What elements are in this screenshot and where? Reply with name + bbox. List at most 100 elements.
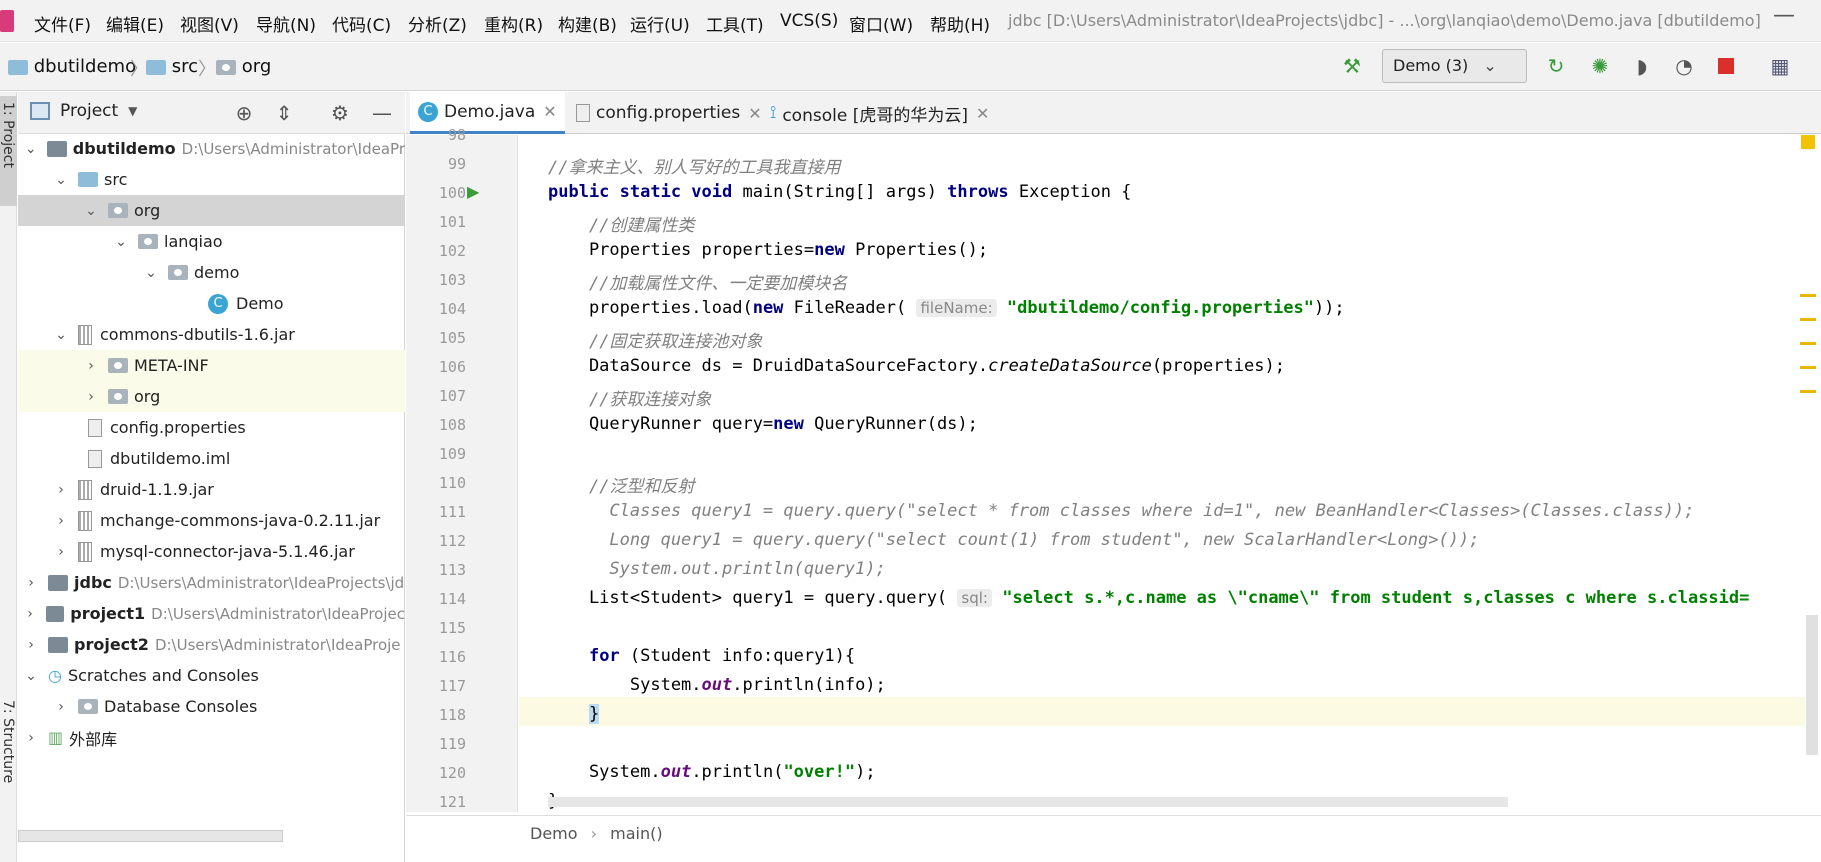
tree-item-demo[interactable]: ⌄ demo [18,257,405,288]
java-class-icon: C [418,101,438,122]
tree-item-dbutildemo[interactable]: ⌄ dbutildemo D:\Users\Administrator\IdeaPr [18,133,405,164]
tree-item-org-selected[interactable]: ⌄ org [18,195,405,226]
menu-file[interactable]: 文件(F) [34,11,91,36]
line-number: 107 [438,387,466,405]
structure-tool-window-button[interactable]: 7: Structure [0,700,17,820]
code-line-110: //泛型和反射 [588,477,695,497]
tree-item-scratches[interactable]: ⌄ ◷ Scratches and Consoles [18,660,405,691]
folder-icon [78,699,98,714]
menu-navigate[interactable]: 导航(N) [256,11,316,36]
tree-item-mchange[interactable]: › mchange-commons-java-0.2.11.jar [18,505,405,536]
tab-console[interactable]: ⟟ console [虎哥的华为云] ✕ [762,92,997,134]
warning-indicator-icon[interactable] [1801,135,1815,149]
code-line-117: System.out.println(info); [548,675,886,695]
tree-item-jdbc[interactable]: › jdbc D:\Users\Administrator\IdeaProjects… [18,567,405,598]
tree-item-config-properties[interactable]: config.properties [18,412,405,443]
tree-item-meta-inf[interactable]: › META-INF [18,350,405,381]
warning-marker[interactable] [1800,390,1816,393]
tree-item-label: dbutildemo [72,139,176,158]
close-icon[interactable]: ✕ [748,104,761,123]
menu-tools[interactable]: 工具(T) [706,11,764,36]
warning-marker[interactable] [1800,366,1816,369]
tree-item-label: druid-1.1.9.jar [100,480,214,499]
tree-item-path-hint: D:\Users\Administrator\IdeaProjec [151,604,405,623]
tree-item-database-consoles[interactable]: › Database Consoles [18,691,405,722]
tree-item-label: org [134,201,161,220]
project-view-selector[interactable]: Project ▼ [30,101,137,121]
breadcrumb-class[interactable]: Demo [530,824,578,843]
run-with-coverage-icon[interactable]: ◗ [1628,52,1656,80]
tree-item-iml[interactable]: dbutildemo.iml [18,443,405,474]
rerun-icon[interactable]: ↻ [1542,52,1570,80]
breadcrumb-project[interactable]: dbutildemo [8,56,136,77]
menu-view[interactable]: 视图(V) [180,11,239,36]
run-gutter-icon[interactable]: ▶ [467,182,479,201]
menu-build[interactable]: 构建(B) [558,11,617,36]
build-hammer-icon[interactable]: ⚒ [1338,52,1366,80]
properties-file-icon [88,418,102,437]
stop-icon[interactable] [1712,52,1740,80]
run-config-label: Demo (3) [1393,56,1469,75]
close-icon[interactable]: ✕ [543,102,556,121]
editor-horizontal-scrollbar[interactable] [548,797,1508,807]
tree-item-lanqiao[interactable]: ⌄ lanqiao [18,226,405,257]
collapsed-arrow-icon: › [88,357,94,374]
menu-refactor[interactable]: 重构(R) [484,11,543,36]
module-icon [48,636,68,653]
breadcrumb-src[interactable]: src [146,56,198,77]
tree-item-label: META-INF [134,356,209,375]
code-line-99: //拿来主义、别人写好的工具我直接用 [548,158,841,178]
tree-item-druid[interactable]: › druid-1.1.9.jar [18,474,405,505]
window-title: jdbc [D:\Users\Administrator\IdeaProject… [1008,11,1761,30]
tab-config-properties[interactable]: config.properties ✕ [568,92,770,134]
editor-vertical-scrollbar[interactable] [1806,615,1818,755]
menu-run[interactable]: 运行(U) [630,11,690,36]
line-number: 102 [438,242,466,260]
tree-item-mysql-connector[interactable]: › mysql-connector-java-5.1.46.jar [18,536,405,567]
menu-help[interactable]: 帮助(H) [930,11,990,36]
run-config-dropdown[interactable]: Demo (3) ⌄ [1382,49,1527,83]
package-icon [108,389,128,404]
project-structure-icon[interactable]: ▦ [1766,52,1794,80]
locate-crosshair-icon[interactable]: ⊕ [230,99,258,127]
profile-icon[interactable]: ◔ [1670,52,1698,80]
warning-marker[interactable] [1800,318,1816,321]
close-icon[interactable]: ✕ [976,104,989,123]
tree-item-commons-dbutils[interactable]: ⌄ commons-dbutils-1.6.jar [18,319,405,350]
debug-bug-icon[interactable]: ✺ [1586,52,1614,80]
warning-marker[interactable] [1800,342,1816,345]
tree-item-external-libraries[interactable]: › ▥ 外部库 [18,722,405,753]
collapsed-arrow-icon: › [58,512,64,529]
jar-icon [78,324,92,345]
project-tool-window-button[interactable]: 1: Project [0,96,17,206]
tree-item-jar-org[interactable]: › org [18,381,405,412]
code-line-103: //加载属性文件、一定要加模块名 [588,274,848,294]
package-icon [138,234,158,249]
project-horizontal-scrollbar[interactable] [18,830,283,842]
breadcrumb-org[interactable]: org [216,56,271,77]
line-number: 120 [438,764,466,782]
hide-panel-icon[interactable]: — [368,99,396,127]
java-class-icon: C [208,293,228,314]
menu-window[interactable]: 窗口(W) [849,11,913,36]
tab-label: config.properties [596,103,741,123]
line-number: 106 [438,358,466,376]
settings-gear-icon[interactable]: ⚙ [326,99,354,127]
tree-item-src[interactable]: ⌄ src [18,164,405,195]
tree-item-demo-class[interactable]: C Demo [18,288,405,319]
tree-item-project1[interactable]: › project1 D:\Users\Administrator\IdeaProj… [18,598,405,629]
line-number: 118 [438,706,466,724]
line-number: 108 [438,416,466,434]
module-icon [46,605,65,622]
warning-marker[interactable] [1800,294,1816,297]
menu-analyze[interactable]: 分析(Z) [408,11,467,36]
menu-vcs[interactable]: VCS(S) [780,11,838,31]
tree-item-label: org [134,387,161,406]
breadcrumb-method[interactable]: main() [610,824,662,843]
minimize-icon[interactable]: — [1773,3,1795,28]
collapse-all-icon[interactable]: ⇕ [270,99,298,127]
menu-code[interactable]: 代码(C) [332,11,391,36]
tree-item-project2[interactable]: › project2 D:\Users\Administrator\IdeaProj… [18,629,405,660]
module-folder-icon [8,59,28,75]
menu-edit[interactable]: 编辑(E) [106,11,164,36]
